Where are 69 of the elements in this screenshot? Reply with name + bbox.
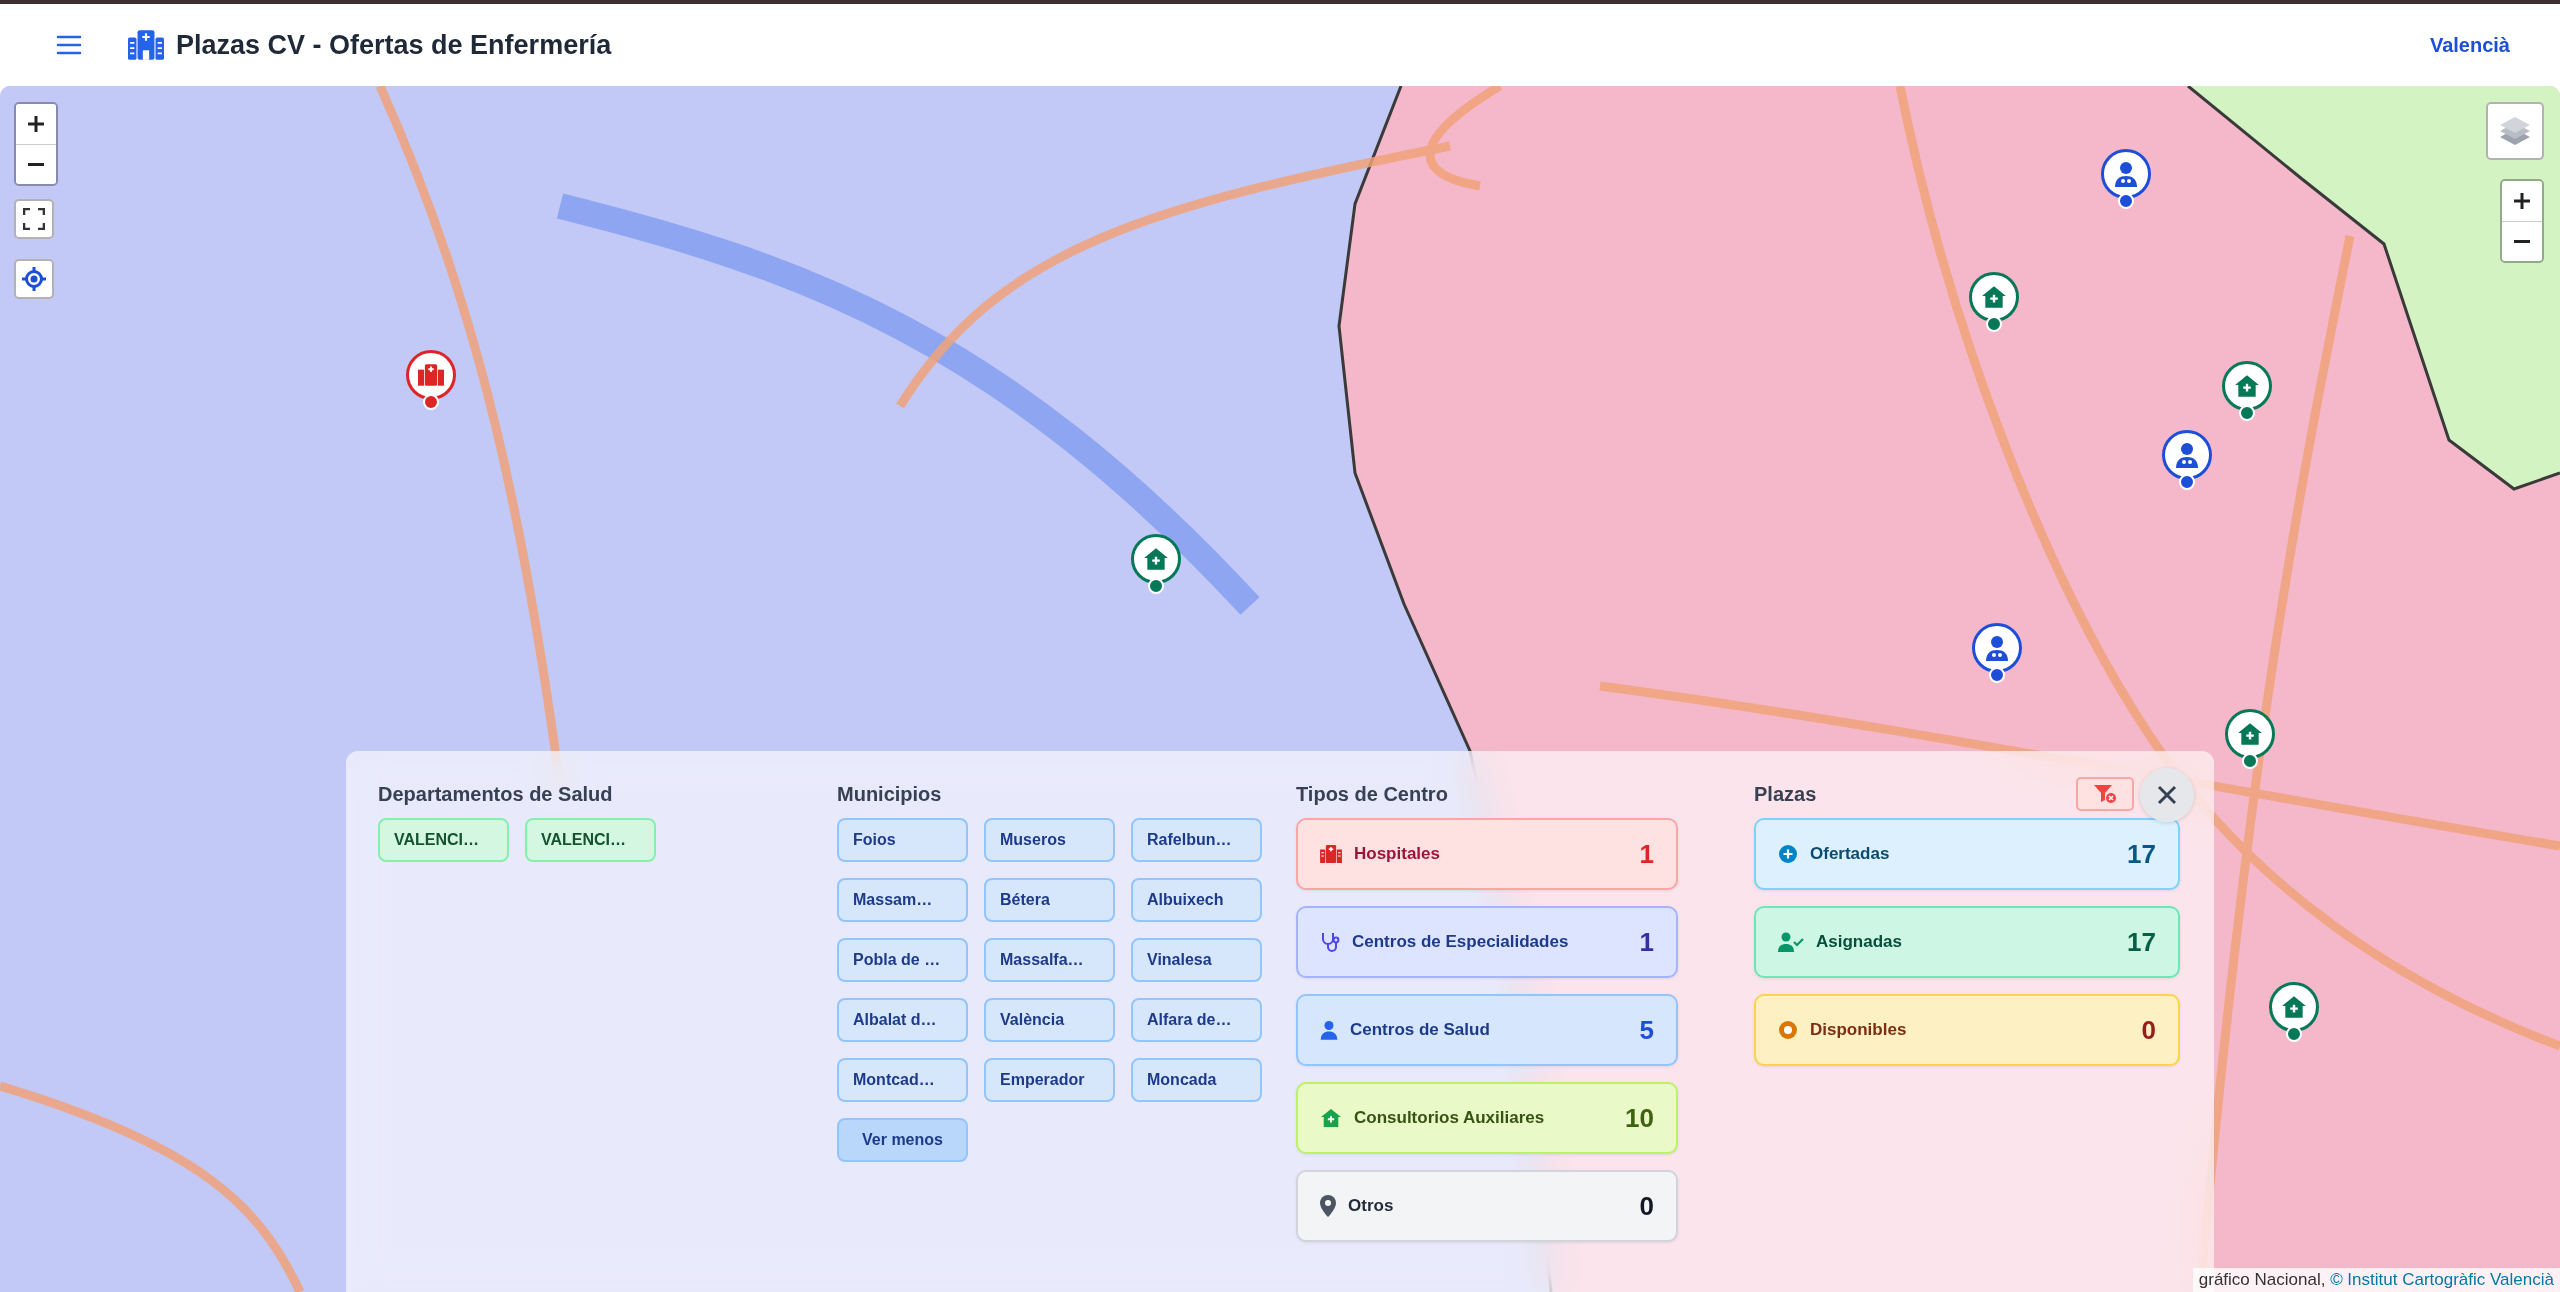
- municipality-chip[interactable]: Montcad…: [837, 1058, 968, 1102]
- municipality-chip[interactable]: Massalfa…: [984, 938, 1115, 982]
- locate-button[interactable]: [14, 259, 54, 299]
- pin-icon: [1320, 1195, 1336, 1217]
- center-type-card[interactable]: Hospitales 1: [1296, 818, 1678, 890]
- municipality-chip[interactable]: Moncada: [1131, 1058, 1262, 1102]
- plus-icon: [26, 114, 46, 134]
- places-card[interactable]: Ofertadas 17: [1754, 818, 2180, 890]
- municipality-chip[interactable]: Foios: [837, 818, 968, 862]
- municipality-chip[interactable]: València: [984, 998, 1115, 1042]
- circle-dot-icon: [1778, 1020, 1798, 1040]
- layers-icon: [2498, 115, 2532, 147]
- app-title: Plazas CV - Ofertas de Enfermería: [176, 29, 613, 61]
- zoom-in-button[interactable]: [16, 104, 56, 144]
- municipality-chip[interactable]: Emperador: [984, 1058, 1115, 1102]
- zoom-out-button[interactable]: [2502, 221, 2542, 261]
- places-card[interactable]: Asignadas 17: [1754, 906, 2180, 978]
- municipality-chip[interactable]: Bétera: [984, 878, 1115, 922]
- attribution-link[interactable]: © Institut Cartogràfic Valencià: [2330, 1270, 2554, 1289]
- show-less-button[interactable]: Ver menos: [837, 1118, 968, 1162]
- municipality-chip[interactable]: Museros: [984, 818, 1115, 862]
- doctor-icon: [2114, 161, 2138, 187]
- house-icon: [1981, 285, 2007, 309]
- house-icon: [2234, 374, 2260, 398]
- department-chip[interactable]: VALENCI…: [525, 818, 656, 862]
- house-icon: [1320, 1108, 1342, 1128]
- places-card[interactable]: Disponibles 0: [1754, 994, 2180, 1066]
- municipality-chip[interactable]: Albalat d…: [837, 998, 968, 1042]
- doctor-icon: [1985, 635, 2009, 661]
- zoom-out-button[interactable]: [16, 144, 56, 184]
- language-link[interactable]: Valencià: [2429, 33, 2510, 57]
- house-icon: [1143, 547, 1169, 571]
- center-type-card[interactable]: Otros 0: [1296, 1170, 1678, 1242]
- menu-icon: [56, 35, 82, 55]
- house-icon: [2237, 722, 2263, 746]
- user-check-icon: [1778, 932, 1804, 952]
- close-icon: [2156, 784, 2178, 806]
- plus-circle-icon: [1778, 844, 1798, 864]
- minus-icon: [2514, 240, 2530, 243]
- section-heading: Municipios: [837, 783, 942, 806]
- section-heading: Plazas: [1754, 783, 1817, 806]
- municipality-chip[interactable]: Massam…: [837, 878, 968, 922]
- fullscreen-button[interactable]: [14, 199, 54, 239]
- department-chip[interactable]: VALENCI…: [378, 818, 509, 862]
- zoom-in-button[interactable]: [2502, 181, 2542, 221]
- municipality-chip[interactable]: Vinalesa: [1131, 938, 1262, 982]
- municipality-chip[interactable]: Rafelbun…: [1131, 818, 1262, 862]
- center-type-card[interactable]: Centros de Especialidades 1: [1296, 906, 1678, 978]
- stethoscope-icon: [1320, 931, 1340, 953]
- hospital-icon: [1320, 845, 1342, 863]
- municipality-chip[interactable]: Alfara de…: [1131, 998, 1262, 1042]
- clear-filter-button[interactable]: [2076, 777, 2134, 811]
- hospital-icon: [128, 30, 164, 60]
- section-heading: Departamentos de Salud: [378, 783, 613, 806]
- plus-icon: [2512, 191, 2532, 211]
- section-heading: Tipos de Centro: [1296, 783, 1448, 806]
- filter-remove-icon: [2093, 784, 2117, 804]
- house-icon: [2281, 995, 2307, 1019]
- municipality-chip[interactable]: Albuixech: [1131, 878, 1262, 922]
- minus-icon: [28, 163, 44, 166]
- center-type-card[interactable]: Consultorios Auxiliares 10: [1296, 1082, 1678, 1154]
- person-icon: [1320, 1020, 1338, 1040]
- fullscreen-icon: [23, 208, 45, 230]
- attribution-text: gráfico Nacional,: [2198, 1270, 2327, 1289]
- crosshair-icon: [21, 266, 47, 292]
- municipality-chip[interactable]: Pobla de …: [837, 938, 968, 982]
- hospital-icon: [418, 364, 444, 386]
- doctor-icon: [2175, 442, 2199, 468]
- center-type-card[interactable]: Centros de Salud 5: [1296, 994, 1678, 1066]
